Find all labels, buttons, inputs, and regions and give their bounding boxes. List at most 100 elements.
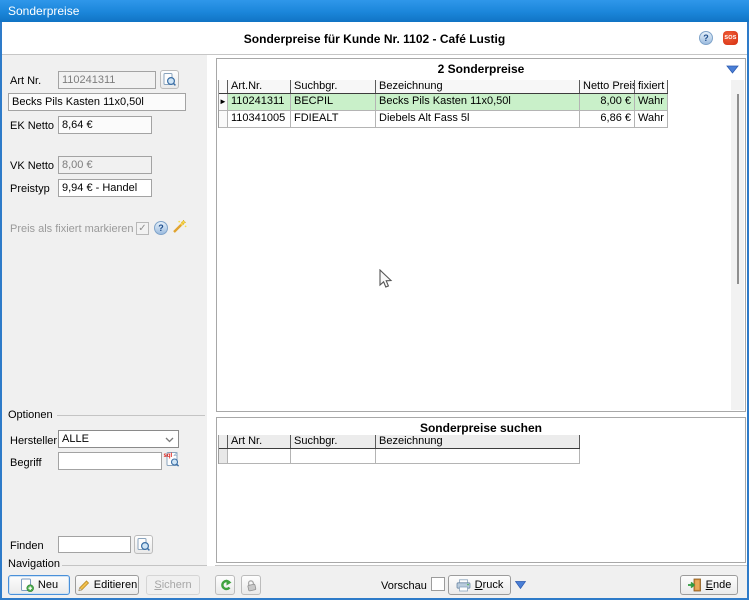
col-header-artnr[interactable]: Art.Nr. xyxy=(228,80,291,93)
vk-netto-field: 8,00 € xyxy=(58,156,152,174)
sql-search-icon[interactable]: sql xyxy=(163,450,180,467)
begriff-label: Begriff xyxy=(10,457,42,469)
help-icon[interactable]: ? xyxy=(699,31,713,45)
editieren-button-label: Editieren xyxy=(94,579,137,591)
cell-nettopreis: 8,00 € xyxy=(580,94,635,111)
sichern-button-label: Sichern xyxy=(154,579,191,591)
col-header-nettopreis[interactable]: Netto Preis xyxy=(580,80,635,93)
artikel-bezeichnung-field: Becks Pils Kasten 11x0,50l xyxy=(8,93,186,111)
preis-fixiert-label: Preis als fixiert markieren xyxy=(10,223,133,235)
ek-netto-field[interactable]: 8,64 € xyxy=(58,116,152,134)
sonderpreise-suchen-box: Sonderpreise suchen Art Nr. Suchbgr. Bez… xyxy=(216,417,746,563)
druck-button-label: Druck xyxy=(475,579,504,591)
col-header-fixiert[interactable]: fixiert xyxy=(635,80,668,93)
vertical-scrollbar[interactable] xyxy=(731,80,744,410)
col-header-suchbgr[interactable]: Suchbgr. xyxy=(291,80,376,93)
table-row[interactable] xyxy=(219,449,580,464)
lock-button[interactable] xyxy=(241,575,261,595)
cell-artnr xyxy=(228,449,291,464)
preis-fixiert-checkbox: ✓ xyxy=(136,222,149,235)
chevron-down-icon xyxy=(165,437,174,443)
undo-arrow-icon xyxy=(218,579,232,591)
cell-bezeichnung: Diebels Alt Fass 5l xyxy=(376,111,580,128)
printer-icon xyxy=(456,579,471,592)
magic-wand-icon[interactable] xyxy=(171,219,187,235)
sonderpreise-grid-box: 2 Sonderpreise Art.Nr. Suchbgr. Bezeichn… xyxy=(216,58,746,412)
neu-button[interactable]: Neu xyxy=(8,575,70,595)
col-header-bezeichnung[interactable]: Bezeichnung xyxy=(376,80,580,93)
pencil-icon xyxy=(77,579,90,592)
sonderpreise-table: Art.Nr. Suchbgr. Bezeichnung Netto Preis… xyxy=(218,80,668,128)
vorschau-checkbox[interactable] xyxy=(431,577,445,591)
grid-menu-triangle-icon[interactable] xyxy=(726,65,739,74)
cell-suchbgr: FDIEALT xyxy=(291,111,376,128)
table-header-row: Art.Nr. Suchbgr. Bezeichnung Netto Preis… xyxy=(219,80,668,94)
begriff-input[interactable] xyxy=(58,452,162,470)
ende-button[interactable]: Ende xyxy=(680,575,738,595)
ek-netto-label: EK Netto xyxy=(10,120,54,132)
header-bar: Sonderpreise für Kunde Nr. 1102 - Café L… xyxy=(0,22,749,55)
toolbar-separator-line xyxy=(215,565,749,566)
cell-bezeichnung: Becks Pils Kasten 11x0,50l xyxy=(376,94,580,111)
art-nr-field: 110241311 xyxy=(58,71,156,89)
art-nr-search-button[interactable] xyxy=(160,70,179,89)
row-selector-header xyxy=(219,80,228,93)
navigation-group-label: Navigation xyxy=(8,558,60,570)
sonderpreise-window: Sonderpreise Sonderpreise für Kunde Nr. … xyxy=(0,0,749,600)
table-row[interactable]: ► 110241311 BECPIL Becks Pils Kasten 11x… xyxy=(219,94,668,111)
optionen-group-line xyxy=(52,415,205,416)
ende-button-label: Ende xyxy=(706,579,732,591)
vorschau-label: Vorschau xyxy=(381,580,427,592)
suchen-grid-title: Sonderpreise suchen xyxy=(217,421,745,435)
cell-artnr: 110241311 xyxy=(228,94,291,111)
lock-icon xyxy=(245,579,258,592)
sichern-button: Sichern xyxy=(146,575,200,595)
sonderpreise-grid-title: 2 Sonderpreise xyxy=(217,62,745,76)
hersteller-select[interactable]: ALLE xyxy=(58,430,179,448)
cell-fixiert: Wahr xyxy=(635,111,668,128)
current-row-marker: ► xyxy=(219,94,228,111)
col-header-suchbgr[interactable]: Suchbgr. xyxy=(291,435,376,448)
navigation-group-line xyxy=(62,565,207,566)
undo-button[interactable] xyxy=(215,575,235,595)
table-header-row: Art Nr. Suchbgr. Bezeichnung xyxy=(219,435,580,449)
sos-icon[interactable]: SOS xyxy=(723,31,738,45)
hersteller-label: Hersteller xyxy=(10,435,57,447)
exit-door-icon xyxy=(687,578,702,592)
vk-netto-label: VK Netto xyxy=(10,160,54,172)
row-selector-header xyxy=(219,435,228,448)
col-header-artnr[interactable]: Art Nr. xyxy=(228,435,291,448)
preistyp-label: Preistyp xyxy=(10,183,50,195)
col-header-bezeichnung[interactable]: Bezeichnung xyxy=(376,435,580,448)
help-icon[interactable]: ? xyxy=(154,221,168,235)
cell-fixiert: Wahr xyxy=(635,94,668,111)
finden-input[interactable] xyxy=(58,536,131,553)
title-bar: Sonderpreise xyxy=(0,0,749,22)
row-selector-cell xyxy=(219,449,228,464)
druck-dropdown-arrow[interactable] xyxy=(513,575,527,595)
new-document-icon xyxy=(20,578,34,592)
cell-artnr: 110341005 xyxy=(228,111,291,128)
optionen-group-label: Optionen xyxy=(8,409,57,421)
row-selector-cell xyxy=(219,111,228,128)
page-title: Sonderpreise für Kunde Nr. 1102 - Café L… xyxy=(0,32,749,46)
editieren-button[interactable]: Editieren xyxy=(75,575,139,595)
finden-label: Finden xyxy=(10,540,44,552)
cell-nettopreis: 6,86 € xyxy=(580,111,635,128)
finden-search-button[interactable] xyxy=(134,535,153,554)
svg-text:sql: sql xyxy=(164,453,173,459)
search-icon xyxy=(163,73,176,86)
neu-button-label: Neu xyxy=(38,579,58,591)
window-border-left xyxy=(0,22,2,600)
art-nr-label: Art Nr. xyxy=(10,75,41,87)
search-icon xyxy=(137,538,150,551)
table-row[interactable]: 110341005 FDIEALT Diebels Alt Fass 5l 6,… xyxy=(219,111,668,128)
cell-bezeichnung xyxy=(376,449,580,464)
window-title: Sonderpreise xyxy=(8,0,79,22)
preistyp-field[interactable]: 9,94 € - Handel xyxy=(58,179,152,197)
cell-suchbgr xyxy=(291,449,376,464)
cell-suchbgr: BECPIL xyxy=(291,94,376,111)
scrollbar-thumb[interactable] xyxy=(737,94,739,284)
druck-button[interactable]: Druck xyxy=(448,575,511,595)
hersteller-selected-value: ALLE xyxy=(62,433,89,445)
